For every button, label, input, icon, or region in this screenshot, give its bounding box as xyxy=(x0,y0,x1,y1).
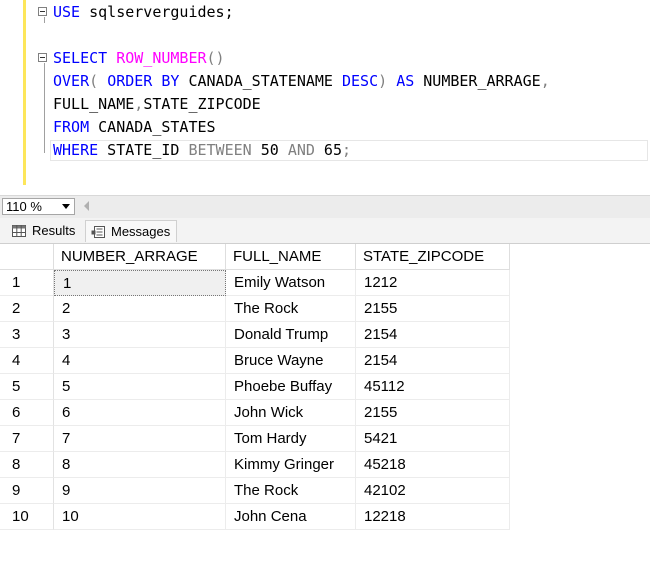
table-cell[interactable]: 45218 xyxy=(356,452,510,478)
table-cell[interactable]: 1 xyxy=(54,270,226,296)
table-cell[interactable]: 10 xyxy=(54,504,226,530)
code-token: USE xyxy=(53,3,81,21)
code-token: STATE_ID xyxy=(98,141,189,159)
table-cell[interactable]: 2154 xyxy=(356,348,510,374)
column-header[interactable]: FULL_NAME xyxy=(226,244,356,270)
table-cell[interactable]: 12218 xyxy=(356,504,510,530)
code-token: BETWEEN xyxy=(188,141,252,159)
tab-results-label: Results xyxy=(32,223,76,238)
table-cell[interactable]: Bruce Wayne xyxy=(226,348,356,374)
code-token: ( xyxy=(89,72,99,90)
change-tracking-bar xyxy=(23,0,26,185)
code-line[interactable]: FROM CANADA_STATES xyxy=(53,116,216,138)
table-cell[interactable]: 45112 xyxy=(356,374,510,400)
zoom-bar: 110 % xyxy=(0,195,650,218)
zoom-value: 110 % xyxy=(6,199,42,214)
code-token: CANADA_STATES xyxy=(89,118,216,136)
row-number[interactable]: 5 xyxy=(0,374,54,400)
code-line[interactable]: WHERE STATE_ID BETWEEN 50 AND 65; xyxy=(53,139,351,161)
table-cell[interactable]: 1212 xyxy=(356,270,510,296)
code-token: STATE_ZIPCODE xyxy=(143,95,261,113)
row-number[interactable]: 8 xyxy=(0,452,54,478)
row-number[interactable]: 9 xyxy=(0,478,54,504)
table-cell[interactable]: The Rock xyxy=(226,296,356,322)
row-number[interactable]: 10 xyxy=(0,504,54,530)
tab-results[interactable]: Results xyxy=(4,220,82,242)
row-number[interactable]: 4 xyxy=(0,348,54,374)
code-line[interactable]: OVER( ORDER BY CANADA_STATENAME DESC) AS… xyxy=(53,70,550,92)
table-cell[interactable]: 2155 xyxy=(356,400,510,426)
code-token: ORDER xyxy=(107,72,153,90)
messages-icon xyxy=(91,226,105,238)
table-cell[interactable]: 7 xyxy=(54,426,226,452)
table-cell[interactable]: 9 xyxy=(54,478,226,504)
tab-messages[interactable]: Messages xyxy=(85,220,177,242)
code-token: NUMBER_ARRAGE xyxy=(414,72,541,90)
collapse-icon[interactable] xyxy=(38,7,47,16)
zoom-dropdown[interactable]: 110 % xyxy=(2,198,75,215)
table-cell[interactable]: John Wick xyxy=(226,400,356,426)
collapse-icon[interactable] xyxy=(38,53,47,62)
table-cell[interactable]: 3 xyxy=(54,322,226,348)
table-cell[interactable]: 5 xyxy=(54,374,226,400)
table-cell[interactable]: John Cena xyxy=(226,504,356,530)
result-tabs: Results Messages xyxy=(0,218,650,244)
column-header[interactable]: NUMBER_ARRAGE xyxy=(54,244,226,270)
code-token: , xyxy=(134,95,144,113)
row-number[interactable]: 7 xyxy=(0,426,54,452)
code-line[interactable]: FULL_NAME,STATE_ZIPCODE xyxy=(53,93,261,115)
table-cell[interactable]: 8 xyxy=(54,452,226,478)
code-token: SELECT xyxy=(53,49,108,67)
code-token: ROW_NUMBER xyxy=(116,49,207,67)
code-token: ) xyxy=(378,72,388,90)
scroll-left-icon[interactable] xyxy=(84,201,89,211)
grid-corner[interactable] xyxy=(0,244,54,270)
code-line[interactable]: USE sqlserverguides; xyxy=(53,1,234,23)
code-line[interactable]: SELECT ROW_NUMBER() xyxy=(53,47,225,69)
table-cell[interactable]: Tom Hardy xyxy=(226,426,356,452)
table-cell[interactable]: The Rock xyxy=(226,478,356,504)
table-cell[interactable]: 2 xyxy=(54,296,226,322)
row-number[interactable]: 6 xyxy=(0,400,54,426)
table-cell[interactable]: 2155 xyxy=(356,296,510,322)
code-token: () xyxy=(206,49,225,67)
code-token: sqlserverguides; xyxy=(80,3,234,21)
results-grid[interactable]: NUMBER_ARRAGE FULL_NAME STATE_ZIPCODE 1 1 Emi… xyxy=(0,244,650,572)
row-number[interactable]: 3 xyxy=(0,322,54,348)
table-cell[interactable]: Kimmy Gringer xyxy=(226,452,356,478)
tab-messages-label: Messages xyxy=(111,224,171,239)
code-token: DESC xyxy=(342,72,379,90)
table-cell[interactable]: Phoebe Buffay xyxy=(226,374,356,400)
code-token: FULL_NAME xyxy=(53,95,135,113)
row-number[interactable]: 1 xyxy=(0,270,54,296)
code-token: OVER xyxy=(53,72,90,90)
table-cell[interactable]: Emily Watson xyxy=(226,270,356,296)
code-token: 50 xyxy=(251,141,288,159)
code-token: AS xyxy=(396,72,415,90)
table-cell[interactable]: Donald Trump xyxy=(226,322,356,348)
table-cell[interactable]: 4 xyxy=(54,348,226,374)
chevron-down-icon xyxy=(62,204,70,209)
code-token: BY xyxy=(161,72,180,90)
row-number[interactable]: 2 xyxy=(0,296,54,322)
sql-editor[interactable]: USE sqlserverguides; SELECT ROW_NUMBER() O… xyxy=(0,0,650,195)
table-cell[interactable]: 6 xyxy=(54,400,226,426)
column-header[interactable]: STATE_ZIPCODE xyxy=(356,244,510,270)
code-token: FROM xyxy=(53,118,90,136)
table-cell[interactable]: 42102 xyxy=(356,478,510,504)
fold-guide xyxy=(44,17,45,23)
code-token: ; xyxy=(342,141,352,159)
fold-guide xyxy=(44,63,45,153)
code-token: WHERE xyxy=(53,141,99,159)
code-token: CANADA_STATENAME xyxy=(179,72,342,90)
code-token: AND xyxy=(287,141,315,159)
code-token: 65 xyxy=(314,141,342,159)
grid-icon xyxy=(12,225,26,237)
table-cell[interactable]: 5421 xyxy=(356,426,510,452)
table-cell[interactable]: 2154 xyxy=(356,322,510,348)
code-token: , xyxy=(540,72,550,90)
